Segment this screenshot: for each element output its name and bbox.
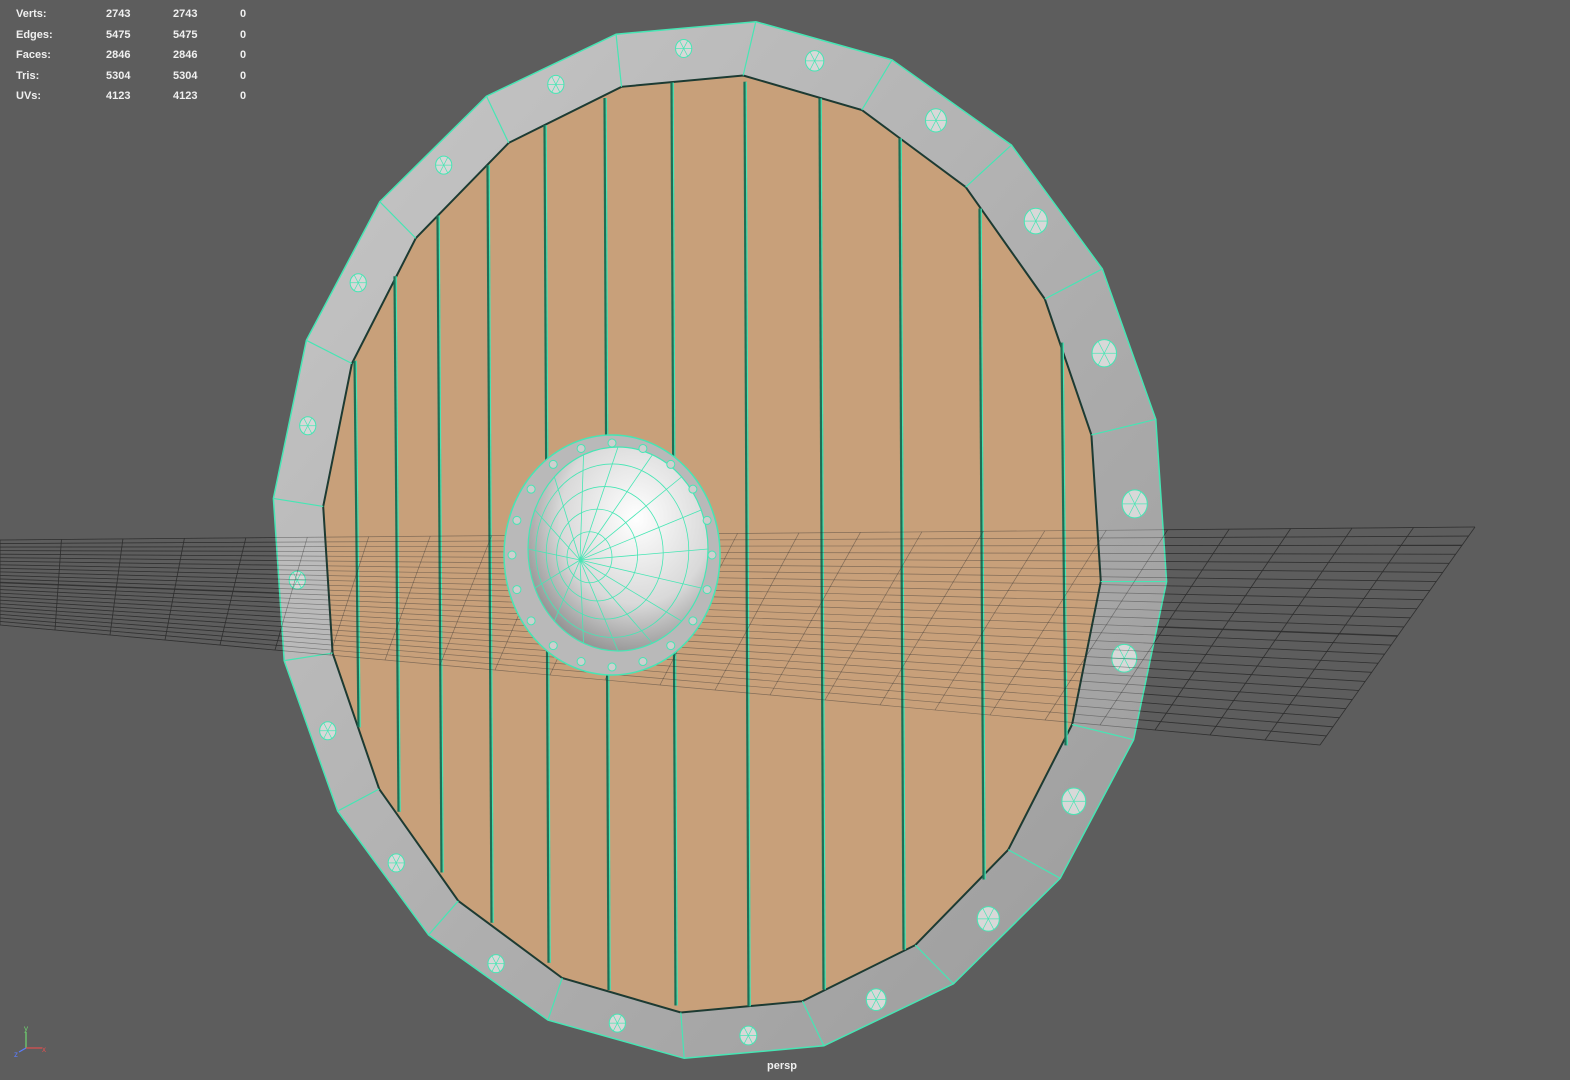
boss-rivet [576, 443, 586, 453]
boss-rivet [702, 515, 712, 525]
rivet-icon [319, 721, 337, 741]
rivet-icon [608, 1013, 626, 1033]
boss-rivet [548, 641, 558, 651]
hud-label: Tris: [16, 69, 40, 82]
boss-rivet [688, 616, 698, 626]
hud-row: Faces: 2846 2846 0 [16, 45, 280, 66]
grid-line [1319, 526, 1476, 746]
hud-row: Verts: 2743 2743 0 [16, 4, 280, 25]
rivet-icon [1121, 489, 1148, 519]
boss-rivet [638, 657, 648, 667]
rivet-icon [804, 50, 825, 72]
boss-rivet [512, 515, 522, 525]
hud-selected: 5304 [173, 69, 198, 82]
boss-rivet [548, 459, 558, 469]
boss-rivet [526, 616, 536, 626]
x-axis-label: x [42, 1045, 46, 1054]
hud-selected: 4123 [173, 90, 198, 103]
boss-rivet [512, 585, 522, 595]
rivet-icon [1061, 787, 1087, 816]
boss-rivet [607, 662, 617, 672]
rivet-icon [547, 74, 565, 94]
rivet-icon [976, 906, 1000, 932]
boss-rivet [666, 641, 676, 651]
boss-rivet [666, 459, 676, 469]
hud-total: 2743 [106, 8, 131, 20]
z-axis-line [18, 1047, 27, 1053]
rivet-icon [925, 108, 947, 133]
hud-extra: 0 [240, 49, 247, 62]
boss-rivet [638, 443, 648, 453]
hud-selected: 2743 [173, 8, 198, 20]
rivet-icon [387, 853, 405, 873]
boss-rivet [707, 550, 717, 560]
rivet-icon [675, 38, 693, 58]
boss-rivet [526, 484, 536, 494]
hud-row: Tris: 5304 5304 0 [16, 66, 280, 87]
rivet-icon [299, 416, 317, 436]
rivet-icon [349, 273, 367, 293]
boss-rivet [576, 657, 586, 667]
rivet-icon [739, 1025, 758, 1046]
rivet-icon [1091, 339, 1118, 368]
hud-selected: 5475 [173, 28, 198, 41]
hud-label: Edges: [16, 28, 53, 41]
poly-count-hud: Verts: 2743 2743 0 Edges: 5475 5475 0 Faces: 2846… [16, 4, 280, 107]
rivet-icon [288, 570, 306, 590]
hud-row: UVs: 4123 4123 0 [16, 86, 280, 107]
hud-extra: 0 [240, 8, 247, 20]
hud-label: Faces: [16, 49, 51, 62]
z-axis-label: z [14, 1050, 18, 1059]
hud-extra: 0 [240, 90, 247, 103]
y-axis-label: y [24, 1024, 28, 1033]
boss-rivet [688, 484, 698, 494]
hud-total: 5304 [106, 69, 131, 82]
boss-rivet [702, 585, 712, 595]
perspective-viewport[interactable] [0, 0, 1570, 1080]
axis-gizmo: y x z [14, 1024, 46, 1059]
rivet-icon [435, 155, 453, 175]
viewport-canvas[interactable] [0, 0, 1570, 1080]
camera-name-label: persp [767, 1060, 797, 1072]
rivet-icon [487, 954, 505, 974]
boss-rivet [607, 438, 617, 448]
hud-total: 4123 [106, 90, 131, 103]
hud-row: Edges: 5475 5475 0 [16, 25, 280, 46]
boss-rivet [507, 550, 517, 560]
rivet-icon [1023, 207, 1048, 235]
hud-extra: 0 [240, 69, 247, 82]
hud-selected: 2846 [173, 49, 198, 62]
rivet-icon [865, 988, 887, 1012]
hud-label: UVs: [16, 90, 42, 103]
hud-extra: 0 [240, 28, 247, 41]
hud-total: 5475 [106, 28, 131, 41]
boss-sphere-icon[interactable] [503, 434, 721, 676]
hud-total: 2846 [106, 49, 131, 62]
hud-label: Verts: [16, 8, 47, 20]
shield-mesh-icon[interactable] [0, 20, 1476, 1060]
